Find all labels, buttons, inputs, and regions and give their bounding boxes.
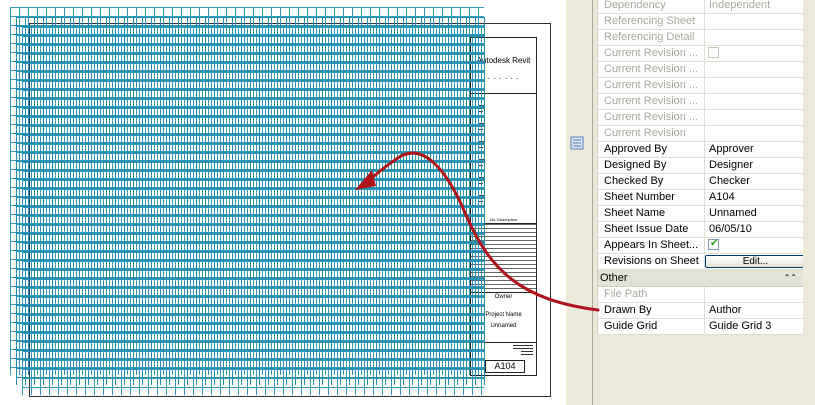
group-title: Other bbox=[600, 272, 628, 284]
property-checkbox bbox=[708, 47, 719, 58]
property-label: Referencing Sheet bbox=[604, 15, 696, 27]
property-label: Sheet Issue Date bbox=[604, 223, 689, 235]
properties-panel: Dependency Independent Referencing Sheet Re… bbox=[593, 0, 815, 405]
property-label: Current Revision ... bbox=[604, 111, 699, 123]
property-row-appears-in-sheet[interactable]: Appears In Sheet... ✔ bbox=[598, 238, 803, 254]
property-label: Current Revision ... bbox=[604, 79, 699, 91]
check-icon: ✔ bbox=[710, 238, 719, 249]
property-row-sheet-issue-date[interactable]: Sheet Issue Date 06/05/10 bbox=[598, 222, 803, 238]
property-value[interactable]: Checker bbox=[704, 174, 803, 189]
property-row-designed-by[interactable]: Designed By Designer bbox=[598, 158, 803, 174]
property-label: Current Revision bbox=[604, 127, 686, 139]
property-label: Sheet Name bbox=[604, 207, 666, 219]
property-row-guide-grid[interactable]: Guide Grid Guide Grid 3 bbox=[598, 319, 803, 335]
property-row-current-revision: Current Revision ... bbox=[598, 46, 803, 62]
edit-revisions-button[interactable]: Edit... bbox=[705, 255, 803, 268]
property-label: File Path bbox=[604, 288, 648, 300]
property-row-current-revision: Current Revision ... bbox=[598, 110, 803, 126]
property-value bbox=[704, 94, 803, 109]
group-header-other[interactable]: Other ⌃⌃ bbox=[598, 270, 803, 287]
property-value bbox=[704, 78, 803, 93]
property-label: Current Revision ... bbox=[604, 47, 699, 59]
property-value bbox=[704, 287, 803, 302]
property-value[interactable]: ✔ bbox=[704, 238, 803, 253]
property-row-current-revision: Current Revision ... bbox=[598, 78, 803, 94]
property-row-approved-by[interactable]: Approved By Approver bbox=[598, 142, 803, 158]
property-row-current-revision: Current Revision ... bbox=[598, 62, 803, 78]
property-label: Referencing Detail bbox=[604, 31, 695, 43]
properties-table: Dependency Independent Referencing Sheet Re… bbox=[597, 0, 803, 335]
property-label: Current Revision ... bbox=[604, 63, 699, 75]
guide-grid bbox=[10, 7, 485, 395]
property-value bbox=[704, 62, 803, 77]
double-chevron-up-icon[interactable]: ⌃⌃ bbox=[784, 270, 797, 286]
property-value[interactable]: 06/05/10 bbox=[704, 222, 803, 237]
property-row-sheet-number[interactable]: Sheet Number A104 bbox=[598, 190, 803, 206]
identity-data-rows: Dependency Independent Referencing Sheet Re… bbox=[598, 0, 803, 270]
property-value bbox=[704, 46, 803, 61]
property-label: Current Revision ... bbox=[604, 95, 699, 107]
property-value[interactable]: Author bbox=[704, 303, 803, 318]
drawing-canvas[interactable]: Autodesk Revit - - - - - - No. Descripti… bbox=[0, 0, 566, 405]
property-row-revisions-on-sheet[interactable]: Revisions on Sheet Edit... bbox=[598, 254, 803, 270]
property-label: Designed By bbox=[604, 159, 667, 171]
property-row-referencing-sheet: Referencing Sheet bbox=[598, 14, 803, 30]
property-label: Approved By bbox=[604, 143, 667, 155]
property-checkbox[interactable]: ✔ bbox=[708, 238, 719, 250]
property-value[interactable]: Unnamed bbox=[704, 206, 803, 221]
property-row-checked-by[interactable]: Checked By Checker bbox=[598, 174, 803, 190]
properties-document-icon[interactable] bbox=[570, 136, 585, 150]
property-value bbox=[704, 126, 803, 141]
property-row-drawn-by[interactable]: Drawn By Author bbox=[598, 303, 803, 319]
property-value bbox=[704, 14, 803, 29]
property-label: Sheet Number bbox=[604, 191, 675, 203]
property-row-referencing-detail: Referencing Detail bbox=[598, 30, 803, 46]
property-row-current-revision: Current Revision bbox=[598, 126, 803, 142]
property-row-sheet-name[interactable]: Sheet Name Unnamed bbox=[598, 206, 803, 222]
property-label: Appears In Sheet... bbox=[604, 239, 699, 251]
other-rows: File Path Drawn By Author Guide Grid Guide G… bbox=[598, 287, 803, 335]
property-value bbox=[704, 30, 803, 45]
property-label: Drawn By bbox=[604, 304, 652, 316]
property-value[interactable]: A104 bbox=[704, 190, 803, 205]
property-value[interactable]: Guide Grid 3 bbox=[704, 319, 803, 334]
property-label: Checked By bbox=[604, 175, 664, 187]
property-row-current-revision: Current Revision ... bbox=[598, 94, 803, 110]
panel-divider[interactable] bbox=[566, 0, 593, 405]
property-label: Dependency bbox=[604, 0, 666, 11]
property-row-dependency: Dependency Independent bbox=[598, 0, 803, 14]
property-label: Revisions on Sheet bbox=[604, 255, 699, 267]
property-value[interactable]: Approver bbox=[704, 142, 803, 157]
property-label: Guide Grid bbox=[604, 320, 658, 332]
property-value[interactable]: Designer bbox=[704, 158, 803, 173]
property-value bbox=[704, 110, 803, 125]
property-value[interactable]: Edit... bbox=[704, 254, 803, 269]
property-value: Independent bbox=[704, 0, 803, 13]
property-row-file-path: File Path bbox=[598, 287, 803, 303]
